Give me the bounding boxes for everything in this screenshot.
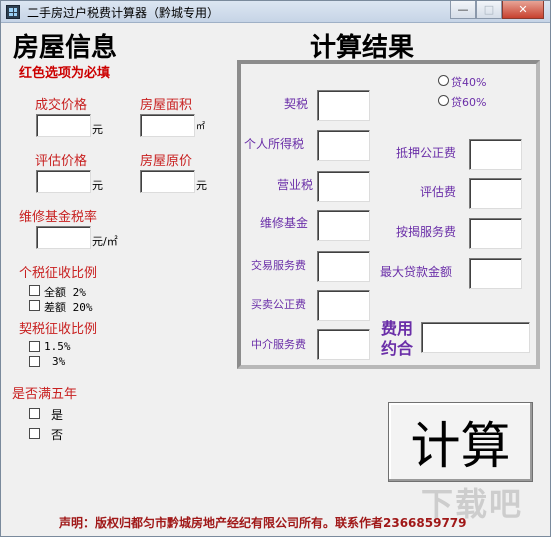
loan-60-radio[interactable] <box>438 95 449 106</box>
loan-40-label: 贷40% <box>451 76 487 89</box>
agency-fee-label: 中介服务费 <box>251 338 306 351</box>
deed-tax-3-checkbox[interactable] <box>29 356 40 367</box>
deed-tax-15-label: 1.5% <box>44 340 71 353</box>
deal-price-label: 成交价格 <box>35 98 88 113</box>
income-tax-diff-checkbox[interactable] <box>29 300 40 311</box>
notary-fee-label: 买卖公正费 <box>251 298 306 311</box>
maint-fund-result-field <box>317 210 370 241</box>
income-tax-result-field <box>317 130 370 161</box>
app-icon <box>6 5 20 19</box>
max-loan-field <box>469 258 522 289</box>
window-title: 二手房过户税费计算器（黔城专用） <box>27 6 220 20</box>
business-tax-result-field <box>317 171 370 202</box>
income-tax-diff-label: 差额 20% <box>44 301 93 314</box>
appraisal-fee-field <box>469 178 522 209</box>
maximize-button[interactable]: □ <box>476 1 502 19</box>
maint-fund-result-label: 维修基金 <box>260 216 309 230</box>
agency-fee-field <box>317 329 370 360</box>
deed-tax-result-label: 契税 <box>284 97 309 111</box>
max-loan-label: 最大贷款金额 <box>380 265 453 279</box>
deed-tax-result-field <box>317 90 370 121</box>
maint-fund-label: 维修基金税率 <box>19 210 98 225</box>
calculate-button[interactable]: 计算 <box>388 402 533 482</box>
income-tax-full-label: 全额 2% <box>44 286 86 299</box>
minimize-button[interactable]: — <box>450 1 476 19</box>
income-tax-ratio-label: 个税征收比例 <box>19 266 98 281</box>
area-input[interactable] <box>140 114 195 137</box>
five-years-yes-checkbox[interactable] <box>29 408 40 419</box>
original-price-label: 房屋原价 <box>140 154 193 169</box>
deed-tax-15-checkbox[interactable] <box>29 341 40 352</box>
result-heading: 计算结果 <box>310 33 415 63</box>
mortgage-notary-field <box>469 139 522 170</box>
five-years-yes-label: 是 <box>51 408 64 422</box>
transaction-fee-field <box>317 251 370 282</box>
income-tax-result-label: 个人所得税 <box>244 137 305 151</box>
five-years-label: 是否满五年 <box>12 387 78 402</box>
appraisal-input[interactable] <box>36 170 91 193</box>
total-fee-label: 费用约合 <box>381 319 414 358</box>
deal-price-unit: 元 <box>92 123 103 136</box>
original-price-input[interactable] <box>140 170 195 193</box>
app-window: 二手房过户税费计算器（黔城专用） — □ ✕ 房屋信息 红色选项为必填 成交价格… <box>0 0 551 537</box>
deed-tax-3-label: 3% <box>52 355 66 368</box>
business-tax-result-label: 营业税 <box>277 178 314 192</box>
footer-disclaimer: 声明：版权归都匀市黔城房地产经纪有限公司所有。联系作者2366859779 <box>59 516 467 530</box>
mortgage-service-field <box>469 218 522 249</box>
mortgage-service-label: 按揭服务费 <box>396 225 457 239</box>
five-years-no-checkbox[interactable] <box>29 428 40 439</box>
deal-price-input[interactable] <box>36 114 91 137</box>
required-note: 红色选项为必填 <box>19 66 111 81</box>
transaction-fee-label: 交易服务费 <box>251 259 306 272</box>
notary-fee-field <box>317 290 370 321</box>
five-years-no-label: 否 <box>51 428 64 442</box>
total-fee-field <box>421 322 530 353</box>
deed-tax-ratio-label: 契税征收比例 <box>19 322 98 337</box>
title-bar[interactable]: 二手房过户税费计算器（黔城专用） — □ ✕ <box>1 1 550 23</box>
appraisal-unit: 元 <box>92 179 103 192</box>
area-label: 房屋面积 <box>140 98 193 113</box>
mortgage-notary-label: 抵押公正费 <box>396 146 457 160</box>
appraisal-fee-label: 评估费 <box>420 185 457 199</box>
close-button[interactable]: ✕ <box>502 1 544 19</box>
maint-fund-input[interactable] <box>36 226 91 249</box>
income-tax-full-checkbox[interactable] <box>29 285 40 296</box>
original-price-unit: 元 <box>196 179 207 192</box>
house-info-heading: 房屋信息 <box>13 33 118 63</box>
loan-60-label: 贷60% <box>451 96 487 109</box>
loan-40-radio[interactable] <box>438 75 449 86</box>
area-unit: ㎡ <box>196 122 206 132</box>
appraisal-label: 评估价格 <box>35 154 88 169</box>
maint-fund-unit: 元/㎡ <box>92 235 118 248</box>
